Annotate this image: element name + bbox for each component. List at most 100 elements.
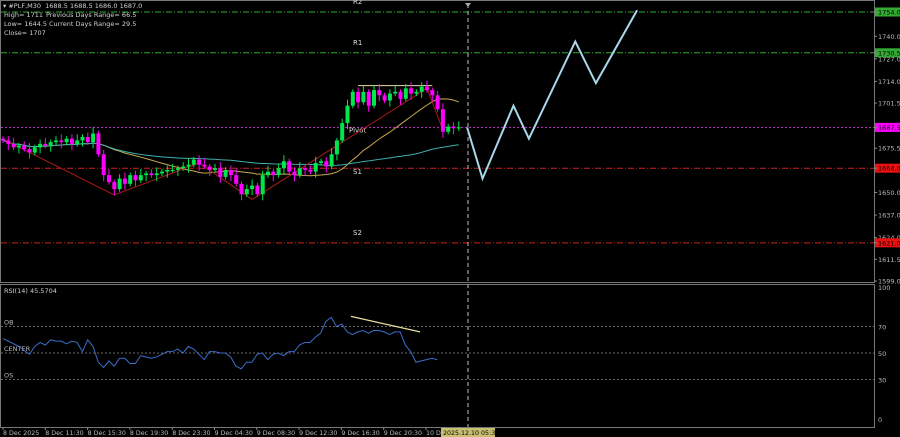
time-marker-icon — [465, 3, 471, 7]
candle-body — [319, 161, 323, 163]
candle-body — [80, 136, 85, 141]
candle-body — [350, 91, 355, 106]
candle-body — [430, 90, 435, 96]
price-tick-label: 1650.0 — [878, 189, 900, 197]
low-value: Low= 1644.5 — [4, 20, 48, 28]
candle-body — [64, 138, 69, 143]
candle-body — [22, 145, 27, 150]
candle-body — [425, 86, 429, 91]
candle-body — [32, 147, 37, 153]
candle-body — [43, 143, 48, 146]
candle-body — [260, 175, 265, 195]
candle-body — [218, 168, 223, 177]
candle-body — [122, 178, 127, 184]
candle-body — [356, 91, 361, 103]
time-tick-label: 8 Dec 11:30 — [45, 430, 83, 437]
candle-body — [382, 95, 387, 101]
rsi-level-label: OB — [4, 319, 14, 327]
price-tick-label: 1754.0 — [878, 9, 900, 17]
rsi-tick-label: 0 — [878, 416, 882, 424]
candle-body — [16, 145, 21, 148]
level-label-s1: S1 — [353, 168, 362, 176]
candle-body — [75, 140, 80, 144]
candle-body — [191, 159, 196, 165]
candle-body — [181, 166, 186, 169]
candle-body — [1, 138, 5, 141]
candle-body — [154, 173, 159, 176]
candle-body — [292, 171, 297, 176]
candle-body — [297, 168, 302, 176]
zigzag-line — [2, 87, 444, 201]
candle-body — [54, 140, 58, 143]
candle-body — [165, 169, 170, 172]
projection-zigzag — [466, 9, 638, 182]
candle-body — [393, 91, 398, 94]
price-tick-label: 1664.0 — [878, 165, 900, 173]
candle-body — [223, 169, 228, 177]
price-tick-label: 1740.0 — [878, 33, 900, 41]
cursor-time-label: 2025.12.10 05:30 — [443, 430, 499, 437]
candle-body — [334, 140, 339, 155]
price-tick-label: 1611.5 — [878, 256, 900, 264]
time-tick-label: 9 Dec 20:30 — [384, 430, 422, 437]
ma-fast-line — [2, 98, 459, 177]
price-tick-label: 1701.5 — [878, 100, 900, 108]
price-tick-label: 1687.5 — [878, 124, 900, 132]
price-panel-frame — [0, 0, 875, 283]
candle-body — [244, 189, 249, 195]
candle-body — [202, 164, 207, 167]
price-chart[interactable]: R2R1PivotS1S21754.01740.01730.51727.0171… — [0, 0, 900, 437]
time-tick-label: 8 Dec 23:30 — [172, 430, 210, 437]
candle-body — [85, 136, 90, 143]
candle-body — [451, 126, 456, 129]
candle-body — [91, 133, 96, 143]
level-label-r1: R1 — [353, 39, 362, 47]
candle-body — [101, 154, 106, 176]
candle-body — [107, 175, 111, 183]
time-tick-label: 9 Dec 12:30 — [299, 430, 337, 437]
rsi-tick-label: 100 — [878, 284, 890, 292]
level-label-r2: R2 — [353, 0, 362, 6]
candle-body — [345, 105, 350, 124]
price-tick-label: 1727.0 — [878, 55, 900, 63]
level-label-pivot: Pivot — [349, 126, 366, 134]
prev-range-value: Previous Days Range= 66.5 — [46, 11, 137, 19]
candle-body — [38, 143, 43, 148]
candle-body — [234, 175, 239, 184]
candle-body — [27, 149, 32, 153]
candle-body — [207, 166, 212, 170]
time-tick-label: 8 Dec 2025 — [3, 430, 39, 437]
rsi-divergence-line — [350, 315, 421, 333]
time-tick-label: 9 Dec 08:30 — [257, 430, 295, 437]
candle-body — [128, 175, 133, 184]
candle-body — [340, 123, 345, 141]
candle-body — [398, 91, 403, 99]
price-tick-label: 1714.0 — [878, 78, 900, 86]
candle-body — [96, 133, 101, 155]
level-label-s2: S2 — [353, 229, 362, 237]
candle-body — [414, 91, 419, 94]
candle-body — [456, 127, 461, 129]
candle-body — [186, 164, 191, 167]
candle-body — [6, 140, 11, 144]
candle-body — [435, 95, 440, 110]
candle-body — [329, 154, 334, 167]
candle-body — [361, 91, 366, 103]
candle-body — [287, 161, 292, 172]
close-value: Close= 1707 — [4, 29, 46, 37]
candle-body — [372, 90, 376, 106]
high-value: High= 1711 — [4, 11, 43, 19]
time-tick-label: 8 Dec 19:30 — [130, 430, 168, 437]
candle-body — [255, 185, 260, 195]
candle-body — [440, 109, 445, 132]
candle-body — [308, 169, 313, 172]
rsi-tick-label: 30 — [878, 376, 886, 384]
candle-body — [271, 171, 276, 176]
rsi-level-label: OS — [4, 371, 13, 379]
time-tick-label: 9 Dec 16:30 — [341, 430, 379, 437]
candle-body — [377, 90, 382, 96]
rsi-line — [2, 316, 438, 370]
candle-body — [69, 138, 74, 144]
symbol-quote: #PLF,M30 1688.5 1688.5 1686.0 1687.0 — [8, 2, 143, 10]
candle-body — [409, 88, 414, 94]
